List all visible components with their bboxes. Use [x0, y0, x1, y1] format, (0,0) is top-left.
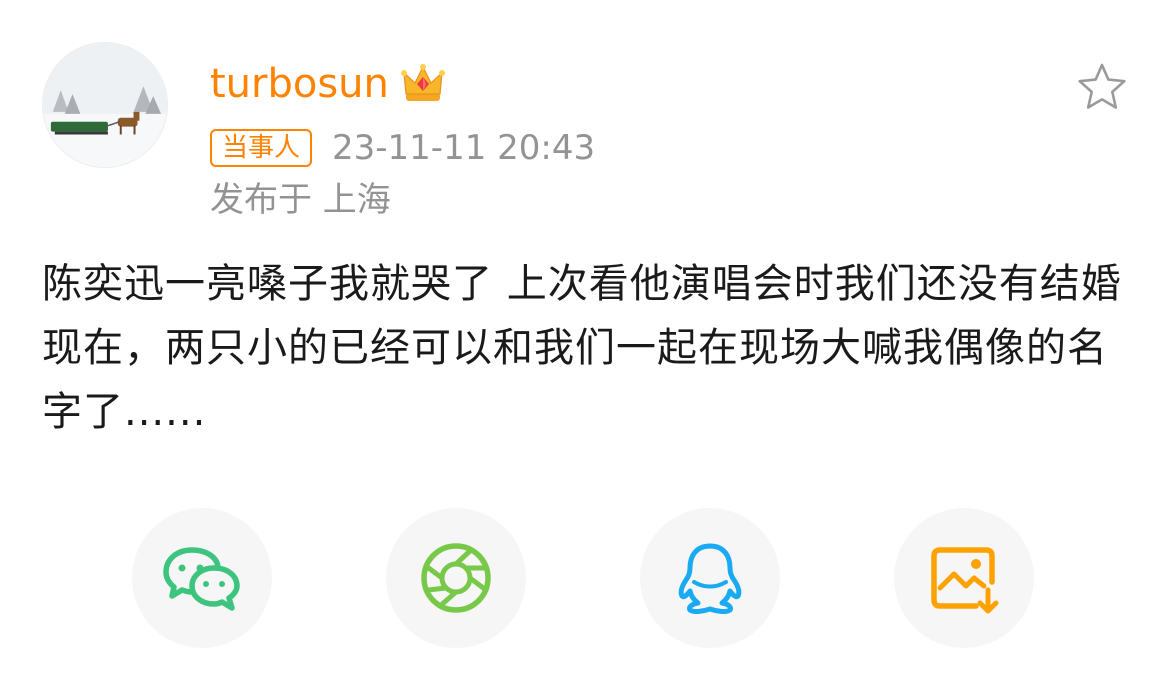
save-image-icon	[924, 538, 1004, 618]
star-outline-icon	[1078, 63, 1126, 109]
wechat-icon	[162, 538, 242, 618]
comment-card: turbosun 当事人 23-11-11 20:43 发布于 上海 陈奕迅一亮…	[0, 0, 1170, 675]
crown-icon	[400, 63, 445, 105]
moments-icon	[416, 538, 496, 618]
favorite-button[interactable]	[1076, 62, 1128, 112]
post-location: 发布于 上海	[210, 180, 391, 220]
op-badge: 当事人	[210, 129, 313, 167]
username-text[interactable]: turbosun	[210, 58, 389, 110]
share-wechat-button[interactable]	[132, 508, 272, 648]
meta-row: 当事人 23-11-11 20:43	[210, 128, 595, 168]
comment-content[interactable]: 陈奕迅一亮嗓子我就哭了 上次看他演唱会时我们还没有结婚 现在，两只小的已经可以和…	[42, 252, 1132, 444]
username[interactable]: turbosun	[210, 58, 445, 110]
avatar[interactable]	[42, 42, 168, 168]
qq-icon	[670, 538, 750, 618]
share-moments-button[interactable]	[386, 508, 526, 648]
share-row	[0, 508, 1170, 648]
share-qq-button[interactable]	[640, 508, 780, 648]
timestamp: 23-11-11 20:43	[332, 128, 596, 168]
avatar-image	[43, 43, 167, 167]
save-image-button[interactable]	[894, 508, 1034, 648]
